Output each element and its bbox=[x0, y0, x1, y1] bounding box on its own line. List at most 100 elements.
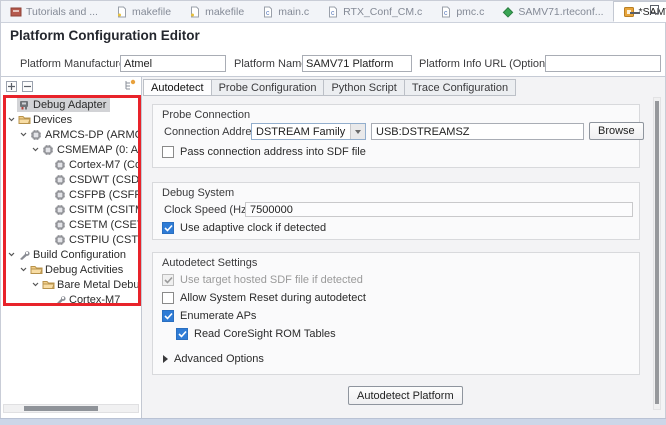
chip-icon bbox=[53, 219, 67, 231]
probe-connection-group: Probe Connection Connection Address: DST… bbox=[152, 104, 640, 168]
advanced-options-label: Advanced Options bbox=[174, 353, 264, 365]
pass-sdf-row: Pass connection address into SDF file bbox=[162, 146, 366, 158]
tree-item-debug-adapter[interactable]: Debug Adapter bbox=[1, 97, 141, 112]
collapse-all-icon[interactable] bbox=[22, 81, 33, 92]
connection-address-field[interactable] bbox=[371, 123, 584, 140]
tab-makefile-2[interactable]: makefile bbox=[180, 1, 253, 22]
chevron-down-icon[interactable] bbox=[5, 252, 17, 257]
autodetect-platform-button[interactable]: Autodetect Platform bbox=[348, 386, 463, 405]
expand-all-icon[interactable] bbox=[6, 81, 17, 92]
pass-sdf-checkbox[interactable] bbox=[162, 146, 174, 158]
tree-item-label: CSDWT (CSDWT bbox=[67, 174, 141, 186]
tree-item-label: ARMCS-DP (ARMCS-D bbox=[43, 129, 141, 141]
tree-item-label: Devices bbox=[31, 114, 72, 126]
advanced-options-row[interactable]: Advanced Options bbox=[163, 353, 264, 365]
autodetect-panel: Autodetect Probe Configuration Python Sc… bbox=[142, 77, 665, 418]
scrollbar-thumb[interactable] bbox=[24, 406, 98, 411]
chevron-down-icon[interactable] bbox=[29, 147, 41, 152]
tab-autodetect[interactable]: Autodetect bbox=[143, 79, 212, 96]
clock-speed-field[interactable]: 7500000 bbox=[245, 202, 633, 217]
selected-row-highlight: Debug Adapter bbox=[17, 97, 110, 112]
tree-item-label: CSMEMAP (0: AHB bbox=[55, 144, 141, 156]
tab-rtx-conf-cm-c[interactable]: c RTX_Conf_CM.c bbox=[318, 1, 431, 22]
tree-item-cortex-m7-device[interactable]: Cortex-M7 (Cort bbox=[1, 157, 141, 172]
tree-item-csetm[interactable]: CSETM (CSETM) bbox=[1, 217, 141, 232]
target-sdf-row: Use target hosted SDF file if detected bbox=[162, 274, 363, 286]
clock-speed-value: 7500000 bbox=[250, 204, 293, 216]
svg-text:c: c bbox=[444, 10, 448, 17]
chip-icon bbox=[29, 129, 43, 141]
tree-item-csfpb[interactable]: CSFPB (CSFPB) bbox=[1, 187, 141, 202]
platform-configuration-editor-window: Tutorials and ... makefile makefile c ma… bbox=[0, 0, 666, 425]
tree-horizontal-scrollbar[interactable] bbox=[3, 404, 139, 413]
tree-item-cortex-m7-activity[interactable]: Cortex-M7 bbox=[1, 292, 141, 307]
chip-icon bbox=[53, 204, 67, 216]
folder-open-icon bbox=[41, 279, 55, 290]
tab-samv71-rteconf[interactable]: SAMV71.rteconf... bbox=[493, 1, 612, 22]
panel-vertical-scrollbar[interactable] bbox=[653, 97, 661, 410]
group-title: Debug System bbox=[162, 187, 234, 199]
platform-fields-row: Platform Manufacturer: Platform Name: Pl… bbox=[1, 51, 665, 77]
tab-label: pmc.c bbox=[456, 6, 484, 18]
platform-tree-panel: Debug Adapter Devices ARMCS-DP (ARMCS-D bbox=[1, 77, 142, 418]
platform-manufacturer-field[interactable] bbox=[120, 55, 226, 72]
tree-item-label: CSETM (CSETM) bbox=[67, 219, 141, 231]
tab-pmc-c[interactable]: c pmc.c bbox=[431, 1, 493, 22]
tab-makefile-1[interactable]: makefile bbox=[107, 1, 180, 22]
tree-item-csitm[interactable]: CSITM (CSITM) bbox=[1, 202, 141, 217]
file-icon bbox=[189, 6, 201, 18]
tab-trace-configuration[interactable]: Trace Configuration bbox=[404, 79, 516, 96]
tab-tutorials[interactable]: Tutorials and ... bbox=[1, 1, 107, 22]
tree-item-armcs-dp[interactable]: ARMCS-DP (ARMCS-D bbox=[1, 127, 141, 142]
tree-item-label: Cortex-M7 (Cort bbox=[67, 159, 141, 171]
enumerate-aps-checkbox[interactable] bbox=[162, 310, 174, 322]
target-sdf-label: Use target hosted SDF file if detected bbox=[180, 274, 363, 286]
svg-text:c: c bbox=[331, 10, 335, 17]
chevron-down-icon[interactable] bbox=[29, 282, 41, 287]
tree-item-debug-activities[interactable]: Debug Activities bbox=[1, 262, 141, 277]
tab-label: makefile bbox=[132, 6, 171, 18]
tab-label: main.c bbox=[278, 6, 309, 18]
config-tab-bar: Autodetect Probe Configuration Python Sc… bbox=[144, 79, 516, 96]
new-tree-item-icon[interactable] bbox=[123, 79, 136, 94]
tab-label: RTX_Conf_CM.c bbox=[343, 6, 422, 18]
system-reset-label: Allow System Reset during autodetect bbox=[180, 292, 366, 304]
chevron-down-icon[interactable] bbox=[17, 132, 29, 137]
platform-name-field[interactable] bbox=[302, 55, 412, 72]
tree-item-csmemap[interactable]: CSMEMAP (0: AHB bbox=[1, 142, 141, 157]
tab-main-c[interactable]: c main.c bbox=[253, 1, 318, 22]
tree-item-cstpiu[interactable]: CSTPIU (CSTPIU bbox=[1, 232, 141, 247]
tree-item-csdwt[interactable]: CSDWT (CSDWT bbox=[1, 172, 141, 187]
chevron-down-icon[interactable] bbox=[17, 267, 29, 272]
editor-tab-bar: Tutorials and ... makefile makefile c ma… bbox=[1, 1, 665, 23]
collapsed-twistie-icon[interactable] bbox=[163, 355, 168, 363]
minimize-icon[interactable] bbox=[630, 5, 640, 14]
tab-label: Tutorials and ... bbox=[26, 6, 98, 18]
tab-probe-configuration[interactable]: Probe Configuration bbox=[211, 79, 325, 96]
tree-item-build-configuration[interactable]: Build Configuration bbox=[1, 247, 141, 262]
tab-python-script[interactable]: Python Script bbox=[323, 79, 404, 96]
system-reset-row: Allow System Reset during autodetect bbox=[162, 292, 366, 304]
maximize-icon[interactable] bbox=[650, 5, 659, 14]
target-sdf-checkbox[interactable] bbox=[162, 274, 174, 286]
system-reset-checkbox[interactable] bbox=[162, 292, 174, 304]
platform-info-url-field[interactable] bbox=[545, 55, 661, 72]
tree-item-devices[interactable]: Devices bbox=[1, 112, 141, 127]
browse-button[interactable]: Browse bbox=[589, 122, 644, 140]
platform-manufacturer-label: Platform Manufacturer: bbox=[20, 58, 132, 70]
autodetect-settings-group: Autodetect Settings Use target hosted SD… bbox=[152, 252, 640, 375]
debug-system-group: Debug System Clock Speed (Hz): 7500000 U… bbox=[152, 182, 640, 240]
chip-icon bbox=[53, 159, 67, 171]
chip-icon bbox=[53, 234, 67, 246]
tree-item-label: Bare Metal Debug bbox=[55, 279, 141, 291]
tree-item-bare-metal-debug[interactable]: Bare Metal Debug bbox=[1, 277, 141, 292]
scrollbar-thumb[interactable] bbox=[655, 101, 659, 404]
rom-tables-checkbox[interactable] bbox=[176, 328, 188, 340]
rteconf-icon bbox=[502, 6, 514, 18]
adaptive-clock-checkbox[interactable] bbox=[162, 222, 174, 234]
chevron-down-icon[interactable] bbox=[5, 117, 17, 122]
connection-type-value: DSTREAM Family bbox=[252, 126, 350, 138]
connection-type-dropdown[interactable]: DSTREAM Family bbox=[251, 123, 366, 140]
rom-tables-label: Read CoreSight ROM Tables bbox=[194, 328, 336, 340]
tree-item-label: Build Configuration bbox=[31, 249, 126, 261]
